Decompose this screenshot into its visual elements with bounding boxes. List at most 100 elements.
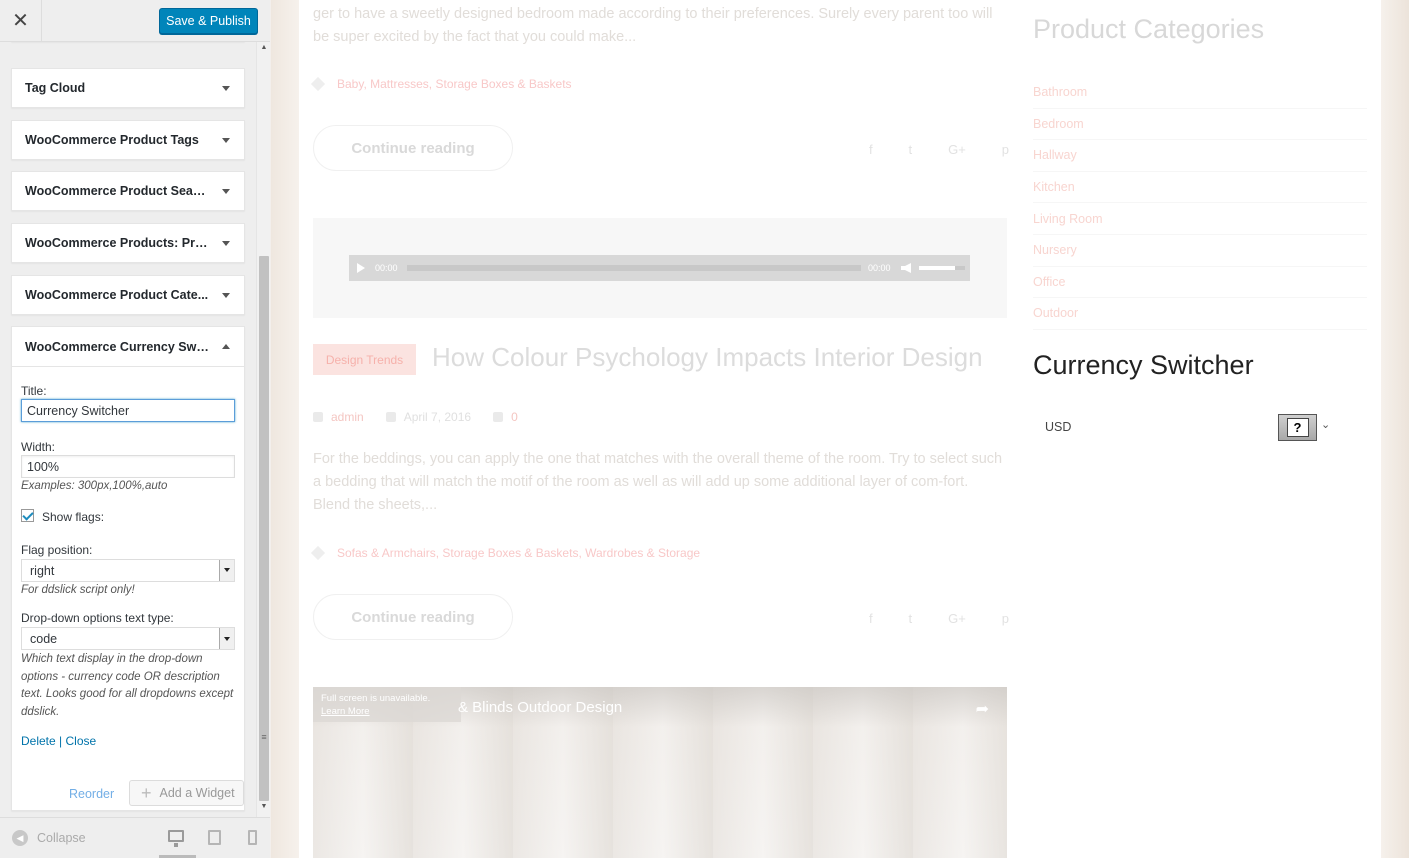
continue-reading-button[interactable]: Continue reading [313,594,513,640]
product-categories-title: Product Categories [1033,14,1265,44]
post-excerpt: ger to have a sweetly designed bedroom m… [313,6,993,45]
audio-progress-bar[interactable] [407,265,861,271]
post-meta: admin April 7, 2016 0 [313,410,530,424]
volume-icon[interactable] [901,263,911,273]
widget-title: WooCommerce Currency Swit... [25,339,210,354]
show-flags-checkbox[interactable] [21,508,34,522]
post-date: April 7, 2016 [403,410,472,424]
expand-arrow-icon[interactable] [222,188,230,194]
dropdown-type-description: Which text display in the drop-down opti… [21,653,234,718]
panel-scrollbar[interactable]: ▲ ≡ ▼ [256,42,270,817]
widget-product-search[interactable]: WooCommerce Product Search [11,171,245,211]
plus-icon: + [141,783,152,803]
expand-arrow-icon[interactable] [222,240,230,246]
category-link[interactable]: Bathroom [1033,77,1367,109]
tablet-icon[interactable] [208,830,221,845]
expand-arrow-icon[interactable] [222,292,230,298]
desktop-icon[interactable] [168,830,184,847]
widget-tag-cloud[interactable]: Tag Cloud [11,68,245,108]
post-tags: Baby, Mattresses, Storage Boxes & Basket… [310,76,572,92]
user-icon [313,412,323,422]
volume-slider[interactable] [919,266,965,270]
background-texture-right [1381,0,1409,858]
category-link[interactable]: Bedroom [1033,109,1367,141]
pinterest-icon[interactable]: p [1002,142,1009,157]
save-publish-button[interactable]: Save & Publish [159,8,258,34]
audio-duration: 00:00 [868,263,891,273]
collapse-arrow-icon[interactable] [222,344,230,349]
facebook-icon[interactable]: f [869,142,873,157]
tag-icon [310,76,326,92]
scroll-up-icon[interactable]: ▲ [257,44,271,56]
chevron-down-icon[interactable] [219,559,234,581]
widget-product-tags[interactable]: WooCommerce Product Tags [11,120,245,160]
google-plus-icon[interactable]: G+ [948,142,966,157]
twitter-icon[interactable]: t [909,142,913,157]
currency-select-value[interactable]: USD [1045,420,1071,434]
comment-icon [493,412,504,422]
category-link[interactable]: Hallway [1033,140,1367,172]
expand-arrow-icon[interactable] [222,85,230,91]
flag-position-value: right [30,563,55,578]
category-link[interactable]: Living Room [1033,203,1367,235]
calendar-icon [385,412,396,422]
widget-products[interactable]: WooCommerce Products: Pro... [11,223,245,263]
collapse-button[interactable]: ◀ Collapse [12,830,86,846]
widget-title: Tag Cloud [25,81,86,95]
product-categories-list: Bathroom Bedroom Hallway Kitchen Living … [1033,77,1367,330]
add-widget-button[interactable]: + Add a Widget [129,780,244,806]
widget-product-categories[interactable]: WooCommerce Product Cate... [11,275,245,315]
currency-flag[interactable]: ? [1278,414,1317,441]
width-description: Examples: 300px,100%,auto [21,480,168,492]
learn-more-link[interactable]: Learn More [321,706,370,717]
post-comments[interactable]: 0 [511,410,518,424]
share-icon[interactable]: ➦ [976,699,989,719]
category-link[interactable]: Office [1033,267,1367,299]
widget-title: WooCommerce Product Search [25,184,210,198]
delete-link[interactable]: Delete [21,734,56,748]
twitter-icon[interactable]: t [909,611,913,626]
missing-flag-icon: ? [1286,418,1309,437]
play-icon[interactable] [357,263,365,273]
chevron-down-icon[interactable] [219,628,234,649]
category-badge[interactable]: Design Trends [313,344,416,375]
chevron-down-icon[interactable]: ⌄ [1321,418,1330,431]
collapse-arrow-icon: ◀ [12,830,28,846]
close-link[interactable]: Close [66,734,97,748]
widget-title: WooCommerce Product Cate... [25,288,209,302]
audio-post: 00:00 00:00 [313,218,1007,318]
facebook-icon[interactable]: f [869,611,873,626]
flag-position-description: For ddslick script only! [21,583,135,596]
post-author[interactable]: admin [331,410,364,424]
mobile-icon[interactable] [248,830,257,845]
category-link[interactable]: Outdoor [1033,298,1367,330]
reorder-link[interactable]: Reorder [69,787,114,801]
flag-position-label: Flag position: [21,542,93,557]
post-title[interactable]: How Colour Psychology Impacts Interior D… [432,342,983,373]
site-preview: ger to have a sweetly designed bedroom m… [271,0,1409,858]
post-tags-text[interactable]: Baby, Mattresses, Storage Boxes & Basket… [337,77,572,91]
pinterest-icon[interactable]: p [1002,611,1009,626]
grip-icon: ≡ [261,732,267,742]
flag-position-select[interactable]: right [21,558,235,582]
width-input[interactable] [21,455,235,478]
category-link[interactable]: Kitchen [1033,172,1367,204]
video-title[interactable]: & Blinds Outdoor Design [458,699,622,716]
dropdown-type-label: Drop-down options text type: [21,611,174,625]
close-icon[interactable]: ✕ [0,0,42,41]
google-plus-icon[interactable]: G+ [948,611,966,626]
category-link[interactable]: Nursery [1033,235,1367,267]
continue-reading-button[interactable]: Continue reading [313,125,513,171]
scroll-thumb[interactable]: ≡ [259,256,269,801]
fullscreen-notice: Full screen is unavailable. Learn More [313,687,461,722]
customizer-header: ✕ Save & Publish [0,0,270,42]
currency-switcher-title: Currency Switcher [1033,350,1254,380]
expand-arrow-icon[interactable] [222,137,230,143]
scroll-down-icon[interactable]: ▼ [257,803,271,815]
post-tags-text[interactable]: Sofas & Armchairs, Storage Boxes & Baske… [337,546,700,560]
title-input[interactable] [21,399,235,422]
dropdown-type-select[interactable]: code [21,627,235,650]
widget-currency-header[interactable]: WooCommerce Currency Swit... [12,327,244,367]
fullscreen-notice-text: Full screen is unavailable. [321,693,431,704]
video-embed[interactable]: Full screen is unavailable. Learn More &… [313,687,1007,858]
